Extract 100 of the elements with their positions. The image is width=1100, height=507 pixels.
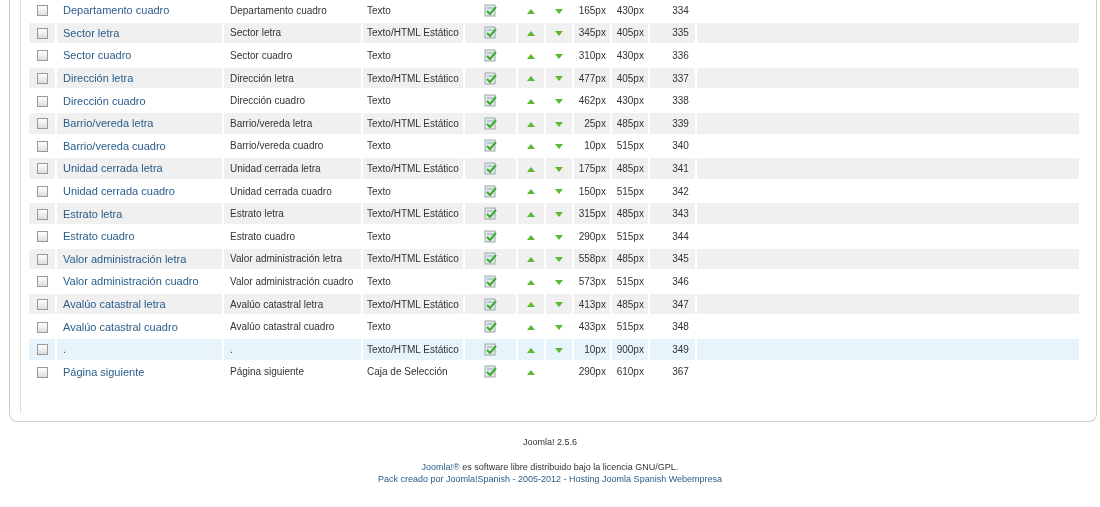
move-up-icon[interactable] [526, 279, 535, 285]
move-down-icon[interactable] [554, 166, 563, 172]
row-checkbox[interactable] [36, 231, 48, 243]
move-down-icon[interactable] [554, 53, 563, 59]
field-id: 348 [672, 321, 689, 333]
x-position: 290px [578, 366, 606, 378]
published-check-icon[interactable] [483, 26, 497, 40]
field-name: Valor administración cuadro [230, 275, 354, 287]
published-check-icon[interactable] [483, 184, 497, 198]
row-checkbox[interactable] [36, 50, 48, 62]
published-check-icon[interactable] [483, 71, 497, 85]
field-type: Texto [367, 321, 391, 333]
move-up-icon[interactable] [526, 257, 535, 263]
field-title-link[interactable]: Avalúo catastral cuadro [63, 320, 178, 333]
move-down-icon[interactable] [554, 324, 563, 330]
move-up-icon[interactable] [526, 302, 535, 308]
published-check-icon[interactable] [483, 320, 497, 334]
published-check-icon[interactable] [483, 365, 497, 379]
credits-link[interactable]: Pack creado por Joomla!Spanish - 2005-2012 - Hosting Joomla Spanish Webempresa [378, 474, 722, 484]
field-type: Texto [367, 140, 391, 152]
move-down-icon[interactable] [554, 302, 563, 308]
move-down-icon[interactable] [554, 189, 563, 195]
field-title-link[interactable]: Sector cuadro [63, 49, 132, 62]
move-up-icon[interactable] [526, 166, 535, 172]
field-title-link[interactable]: Página siguiente [63, 365, 145, 378]
row-checkbox[interactable] [36, 95, 48, 107]
row-checkbox[interactable] [36, 118, 48, 130]
move-down-icon[interactable] [554, 144, 563, 150]
field-title-link[interactable]: Unidad cerrada cuadro [63, 185, 175, 198]
move-up-icon[interactable] [526, 347, 535, 353]
move-down-icon[interactable] [554, 99, 563, 105]
field-name: Dirección letra [230, 72, 294, 84]
move-down-icon[interactable] [554, 234, 563, 240]
move-up-icon[interactable] [526, 189, 535, 195]
row-checkbox[interactable] [36, 185, 48, 197]
row-checkbox[interactable] [36, 253, 48, 265]
row-checkbox[interactable] [36, 298, 48, 310]
published-check-icon[interactable] [483, 252, 497, 266]
move-down-icon[interactable] [554, 347, 563, 353]
move-up-icon[interactable] [526, 121, 535, 127]
row-checkbox[interactable] [36, 344, 48, 356]
row-checkbox[interactable] [36, 321, 48, 333]
published-check-icon[interactable] [483, 116, 497, 130]
move-up-icon[interactable] [526, 234, 535, 240]
field-title-link[interactable]: Estrato cuadro [63, 230, 135, 243]
x-position: 165px [578, 4, 606, 16]
y-position: 485px [616, 208, 644, 220]
field-type: Caja de Selección [367, 366, 448, 378]
published-check-icon[interactable] [483, 3, 497, 17]
move-down-icon[interactable] [554, 8, 563, 14]
field-type: Texto [367, 185, 391, 197]
field-type: Texto/HTML Estático [367, 72, 459, 84]
row-checkbox[interactable] [36, 163, 48, 175]
move-down-icon[interactable] [554, 76, 563, 82]
published-check-icon[interactable] [483, 161, 497, 175]
field-id: 349 [672, 343, 689, 355]
field-id: 347 [672, 298, 689, 310]
field-id: 344 [672, 230, 689, 242]
move-up-icon[interactable] [526, 99, 535, 105]
field-id: 340 [672, 140, 689, 152]
joomla-link[interactable]: Joomla!® [421, 462, 460, 472]
published-check-icon[interactable] [483, 297, 497, 311]
move-down-icon[interactable] [554, 121, 563, 127]
move-up-icon[interactable] [526, 144, 535, 150]
published-check-icon[interactable] [483, 94, 497, 108]
move-up-icon[interactable] [526, 76, 535, 82]
field-title-link[interactable]: Dirección cuadro [63, 94, 146, 107]
row-checkbox[interactable] [36, 208, 48, 220]
field-title-link[interactable]: Barrio/vereda cuadro [63, 139, 166, 152]
row-checkbox[interactable] [36, 140, 48, 152]
published-check-icon[interactable] [483, 139, 497, 153]
move-down-icon[interactable] [554, 257, 563, 263]
field-name: . [230, 343, 233, 355]
field-title-link[interactable]: Departamento cuadro [63, 4, 170, 17]
move-up-icon[interactable] [526, 53, 535, 59]
published-check-icon[interactable] [483, 342, 497, 356]
field-title-link[interactable]: Valor administración cuadro [63, 275, 199, 288]
row-checkbox[interactable] [36, 5, 48, 17]
published-check-icon[interactable] [483, 49, 497, 62]
x-position: 462px [578, 95, 606, 107]
move-up-icon[interactable] [526, 8, 535, 14]
y-position: 485px [616, 162, 644, 174]
row-checkbox[interactable] [36, 73, 48, 84]
published-check-icon[interactable] [483, 274, 497, 288]
move-up-icon[interactable] [526, 370, 535, 376]
y-position: 485px [616, 117, 644, 129]
move-down-icon[interactable] [554, 212, 563, 217]
field-id: 336 [672, 50, 689, 61]
y-position: 515px [616, 275, 644, 287]
published-check-icon[interactable] [483, 229, 497, 243]
field-title-link[interactable]: . [63, 343, 67, 356]
move-down-icon[interactable] [554, 279, 563, 285]
move-down-icon[interactable] [554, 31, 563, 37]
published-check-icon[interactable] [483, 207, 497, 221]
row-checkbox[interactable] [36, 276, 48, 288]
row-checkbox[interactable] [36, 27, 48, 39]
row-checkbox[interactable] [36, 366, 48, 378]
move-up-icon[interactable] [526, 324, 535, 330]
move-up-icon[interactable] [526, 31, 535, 37]
move-up-icon[interactable] [526, 212, 535, 217]
